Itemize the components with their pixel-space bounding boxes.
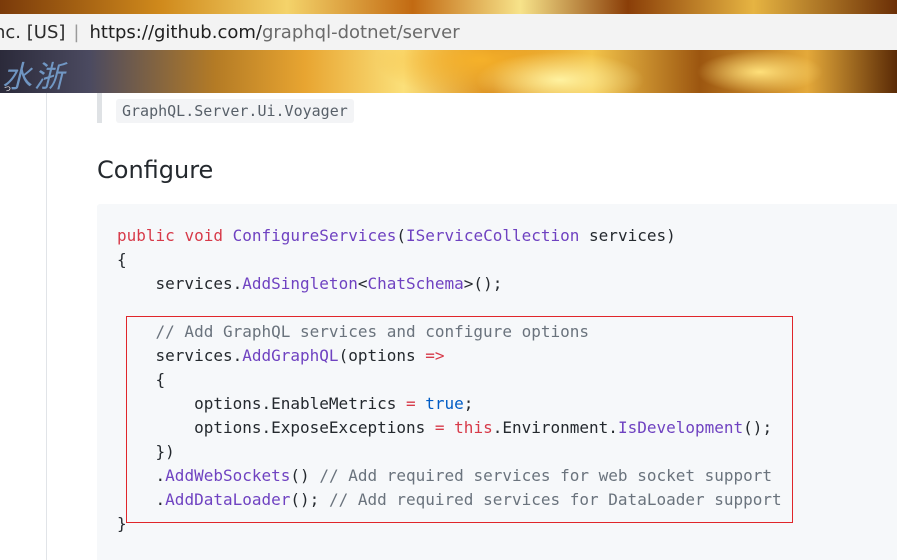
code-token: ChatSchema [367,274,464,293]
code-token: AddDataLoader [165,490,291,509]
code-token: = [434,418,445,437]
address-separator: | [73,21,80,43]
code-token: // Add GraphQL services and configure op… [155,322,590,341]
code-line: // Add GraphQL services and configure op… [117,320,782,344]
browser-top-strip [0,0,897,14]
code-token: AddSingleton [242,274,358,293]
code-line: { [117,248,782,272]
code-token: true [425,394,464,413]
banner-logo-subtext: つ [4,86,15,93]
code-token: ConfigureServices [232,226,397,245]
code-line: .AddDataLoader(); // Add required servic… [117,488,782,512]
code-token: // Add required services for DataLoader … [328,490,782,509]
section-heading-configure: Configure [97,156,214,184]
code-token: services. [117,274,243,293]
code-line: services.AddSingleton<ChatSchema>(); [117,272,782,296]
code-token: ( [396,226,407,245]
code-line: options.EnableMetrics = true; [117,392,782,416]
code-token: >(); [463,274,503,293]
code-line: { [117,368,782,392]
url-text[interactable]: https://github.com/graphql-dotnet/server [89,22,459,43]
code-token: AddWebSockets [165,466,291,485]
code-token: .Environment. [492,418,618,437]
code-token: this [454,418,493,437]
code-token: (); [290,490,329,509]
code-token: . [117,490,166,509]
code-token: options.ExposeExceptions [117,418,435,437]
code-token: AddGraphQL [242,346,339,365]
code-token: IsDevelopment [617,418,744,437]
code-token: options.EnableMetrics [117,394,406,413]
code-line: options.ExposeExceptions = this.Environm… [117,416,782,440]
code-line: services.AddGraphQL(options => [117,344,782,368]
code-token: () [290,466,320,485]
code-token: } [117,514,127,533]
code-line: }) [117,440,782,464]
code-token: void [184,226,223,245]
address-bar[interactable]: nc. [US] | https://github.com/graphql-do… [0,14,897,51]
blockquote-bar [97,93,102,123]
code-token: public [117,226,175,245]
code-token: . [117,466,166,485]
code-token: IServiceCollection [406,226,580,245]
code-token: { [117,250,127,269]
code-listing: public void ConfigureServices(IServiceCo… [117,224,782,536]
code-token: = [405,394,416,413]
code-token: ; [463,394,474,413]
code-line: } [117,512,782,536]
code-token: => [425,346,445,365]
ev-certificate-label[interactable]: nc. [US] [0,22,65,43]
code-token: { [117,370,166,389]
page-left-divider [46,93,47,560]
inline-code-package: GraphQL.Server.Ui.Voyager [116,99,354,123]
code-line: public void ConfigureServices(IServiceCo… [117,224,782,248]
code-token: services. [117,346,243,365]
code-token: }) [117,442,175,461]
url-path: graphql-dotnet/server [261,21,460,43]
url-host: https://github.com/ [89,21,262,43]
code-token: (); [743,418,773,437]
code-token: (options [338,346,426,365]
code-line: .AddWebSockets() // Add required service… [117,464,782,488]
code-token: // Add required services for web socket … [319,466,773,485]
code-token: services) [579,226,676,245]
theme-banner-image: 水浙 つ [0,50,897,93]
